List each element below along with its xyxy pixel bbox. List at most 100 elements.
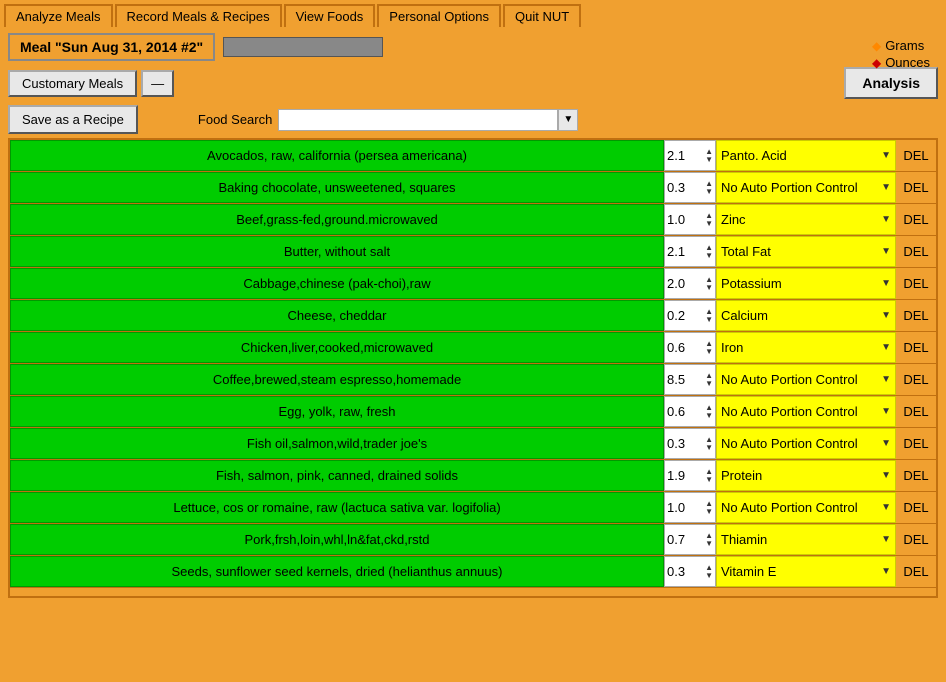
- nutrient-dropdown-arrow[interactable]: ▼: [881, 438, 891, 449]
- food-search-dropdown[interactable]: ▼: [558, 109, 578, 131]
- menu-tab-record-meals--recipes[interactable]: Record Meals & Recipes: [115, 4, 282, 27]
- grams-option[interactable]: ◆ Grams: [872, 38, 930, 53]
- food-name[interactable]: Fish, salmon, pink, canned, drained soli…: [10, 460, 664, 491]
- food-del-button[interactable]: DEL: [896, 492, 936, 523]
- food-del-button[interactable]: DEL: [896, 460, 936, 491]
- food-qty[interactable]: 0.7 ▲ ▼: [664, 524, 716, 555]
- nutrient-dropdown-arrow[interactable]: ▼: [881, 150, 891, 161]
- food-qty[interactable]: 0.3 ▲ ▼: [664, 428, 716, 459]
- food-nutrient[interactable]: Protein ▼: [716, 460, 896, 491]
- nutrient-dropdown-arrow[interactable]: ▼: [881, 310, 891, 321]
- food-qty[interactable]: 0.2 ▲ ▼: [664, 300, 716, 331]
- food-del-button[interactable]: DEL: [896, 428, 936, 459]
- menu-tab-personal-options[interactable]: Personal Options: [377, 4, 501, 27]
- food-nutrient[interactable]: Panto. Acid ▼: [716, 140, 896, 171]
- food-name[interactable]: Beef,grass-fed,ground.microwaved: [10, 204, 664, 235]
- food-nutrient[interactable]: Potassium ▼: [716, 268, 896, 299]
- food-nutrient[interactable]: No Auto Portion Control ▼: [716, 396, 896, 427]
- minus-button[interactable]: —: [141, 70, 174, 97]
- nutrient-dropdown-arrow[interactable]: ▼: [881, 214, 891, 225]
- qty-down[interactable]: ▼: [705, 476, 713, 484]
- food-name[interactable]: Butter, without salt: [10, 236, 664, 267]
- qty-spinner[interactable]: ▲ ▼: [705, 461, 713, 490]
- food-name[interactable]: Avocados, raw, california (persea americ…: [10, 140, 664, 171]
- food-nutrient[interactable]: Total Fat ▼: [716, 236, 896, 267]
- food-nutrient[interactable]: No Auto Portion Control ▼: [716, 492, 896, 523]
- food-nutrient[interactable]: Iron ▼: [716, 332, 896, 363]
- qty-down[interactable]: ▼: [705, 188, 713, 196]
- nutrient-dropdown-arrow[interactable]: ▼: [881, 534, 891, 545]
- qty-down[interactable]: ▼: [705, 220, 713, 228]
- qty-spinner[interactable]: ▲ ▼: [705, 365, 713, 394]
- food-nutrient[interactable]: Thiamin ▼: [716, 524, 896, 555]
- food-del-button[interactable]: DEL: [896, 268, 936, 299]
- qty-down[interactable]: ▼: [705, 412, 713, 420]
- food-name[interactable]: Seeds, sunflower seed kernels, dried (he…: [10, 556, 664, 587]
- food-del-button[interactable]: DEL: [896, 332, 936, 363]
- nutrient-dropdown-arrow[interactable]: ▼: [881, 502, 891, 513]
- nutrient-dropdown-arrow[interactable]: ▼: [881, 246, 891, 257]
- food-del-button[interactable]: DEL: [896, 524, 936, 555]
- qty-spinner[interactable]: ▲ ▼: [705, 237, 713, 266]
- qty-spinner[interactable]: ▲ ▼: [705, 301, 713, 330]
- food-name[interactable]: Fish oil,salmon,wild,trader joe's: [10, 428, 664, 459]
- qty-spinner[interactable]: ▲ ▼: [705, 429, 713, 458]
- nutrient-dropdown-arrow[interactable]: ▼: [881, 374, 891, 385]
- qty-down[interactable]: ▼: [705, 540, 713, 548]
- food-qty[interactable]: 0.6 ▲ ▼: [664, 332, 716, 363]
- qty-down[interactable]: ▼: [705, 348, 713, 356]
- food-qty[interactable]: 8.5 ▲ ▼: [664, 364, 716, 395]
- menu-tab-analyze-meals[interactable]: Analyze Meals: [4, 4, 113, 27]
- food-qty[interactable]: 2.1 ▲ ▼: [664, 236, 716, 267]
- qty-spinner[interactable]: ▲ ▼: [705, 525, 713, 554]
- food-name[interactable]: Egg, yolk, raw, fresh: [10, 396, 664, 427]
- food-name[interactable]: Chicken,liver,cooked,microwaved: [10, 332, 664, 363]
- nutrient-dropdown-arrow[interactable]: ▼: [881, 182, 891, 193]
- food-qty[interactable]: 0.3 ▲ ▼: [664, 172, 716, 203]
- food-name[interactable]: Coffee,brewed,steam espresso,homemade: [10, 364, 664, 395]
- qty-down[interactable]: ▼: [705, 156, 713, 164]
- food-del-button[interactable]: DEL: [896, 172, 936, 203]
- food-name[interactable]: Baking chocolate, unsweetened, squares: [10, 172, 664, 203]
- menu-tab-quit-nut[interactable]: Quit NUT: [503, 4, 581, 27]
- food-qty[interactable]: 2.1 ▲ ▼: [664, 140, 716, 171]
- food-name[interactable]: Lettuce, cos or romaine, raw (lactuca sa…: [10, 492, 664, 523]
- food-nutrient[interactable]: Zinc ▼: [716, 204, 896, 235]
- food-nutrient[interactable]: No Auto Portion Control ▼: [716, 364, 896, 395]
- qty-down[interactable]: ▼: [705, 444, 713, 452]
- food-qty[interactable]: 0.6 ▲ ▼: [664, 396, 716, 427]
- analysis-button[interactable]: Analysis: [844, 67, 938, 99]
- nutrient-dropdown-arrow[interactable]: ▼: [881, 566, 891, 577]
- qty-spinner[interactable]: ▲ ▼: [705, 397, 713, 426]
- qty-spinner[interactable]: ▲ ▼: [705, 493, 713, 522]
- qty-spinner[interactable]: ▲ ▼: [705, 205, 713, 234]
- food-nutrient[interactable]: No Auto Portion Control ▼: [716, 172, 896, 203]
- qty-down[interactable]: ▼: [705, 380, 713, 388]
- food-nutrient[interactable]: Calcium ▼: [716, 300, 896, 331]
- food-name[interactable]: Pork,frsh,loin,whl,ln&fat,ckd,rstd: [10, 524, 664, 555]
- qty-down[interactable]: ▼: [705, 316, 713, 324]
- qty-down[interactable]: ▼: [705, 284, 713, 292]
- food-nutrient[interactable]: Vitamin E ▼: [716, 556, 896, 587]
- qty-down[interactable]: ▼: [705, 252, 713, 260]
- customary-meals-button[interactable]: Customary Meals: [8, 70, 137, 97]
- food-name[interactable]: Cheese, cheddar: [10, 300, 664, 331]
- food-del-button[interactable]: DEL: [896, 236, 936, 267]
- food-search-input[interactable]: [278, 109, 558, 131]
- food-qty[interactable]: 1.9 ▲ ▼: [664, 460, 716, 491]
- food-qty[interactable]: 1.0 ▲ ▼: [664, 492, 716, 523]
- nutrient-dropdown-arrow[interactable]: ▼: [881, 406, 891, 417]
- qty-spinner[interactable]: ▲ ▼: [705, 173, 713, 202]
- food-nutrient[interactable]: No Auto Portion Control ▼: [716, 428, 896, 459]
- food-del-button[interactable]: DEL: [896, 140, 936, 171]
- nutrient-dropdown-arrow[interactable]: ▼: [881, 342, 891, 353]
- food-del-button[interactable]: DEL: [896, 300, 936, 331]
- food-qty[interactable]: 1.0 ▲ ▼: [664, 204, 716, 235]
- save-recipe-button[interactable]: Save as a Recipe: [8, 105, 138, 134]
- qty-spinner[interactable]: ▲ ▼: [705, 333, 713, 362]
- nutrient-dropdown-arrow[interactable]: ▼: [881, 470, 891, 481]
- qty-spinner[interactable]: ▲ ▼: [705, 557, 713, 586]
- qty-down[interactable]: ▼: [705, 508, 713, 516]
- nutrient-dropdown-arrow[interactable]: ▼: [881, 278, 891, 289]
- food-del-button[interactable]: DEL: [896, 396, 936, 427]
